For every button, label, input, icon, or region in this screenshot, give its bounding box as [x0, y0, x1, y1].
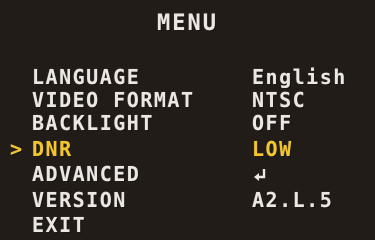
menu-item-exit[interactable]: EXIT — [0, 214, 375, 237]
osd-menu-screen: MENU LANGUAGE English VIDEO FORMAT NTSC … — [0, 0, 375, 240]
menu-item-label: ADVANCED — [32, 162, 141, 186]
menu-item-label: DNR — [32, 137, 73, 161]
selection-cursor-icon: > — [10, 137, 24, 161]
menu-title: MENU — [157, 11, 218, 36]
menu-item-advanced[interactable]: ADVANCED — [0, 163, 375, 186]
menu-item-value: A2.L.5 — [252, 188, 334, 212]
menu-item-dnr[interactable]: > DNR LOW — [0, 138, 375, 161]
menu-item-language[interactable]: LANGUAGE English — [0, 66, 375, 89]
menu-item-value: NTSC — [252, 88, 307, 112]
menu-item-label: EXIT — [32, 213, 87, 237]
menu-item-video-format[interactable]: VIDEO FORMAT NTSC — [0, 89, 375, 112]
enter-arrow-icon — [252, 163, 270, 183]
menu-item-value: English — [252, 65, 347, 89]
menu-item-value: OFF — [252, 111, 293, 135]
menu-item-label: BACKLIGHT — [32, 111, 154, 135]
menu-item-version[interactable]: VERSION A2.L.5 — [0, 189, 375, 212]
menu-item-backlight[interactable]: BACKLIGHT OFF — [0, 112, 375, 135]
menu-item-label: LANGUAGE — [32, 65, 141, 89]
menu-item-label: VERSION — [32, 188, 127, 212]
menu-item-label: VIDEO FORMAT — [32, 88, 195, 112]
menu-item-value: LOW — [252, 137, 293, 161]
